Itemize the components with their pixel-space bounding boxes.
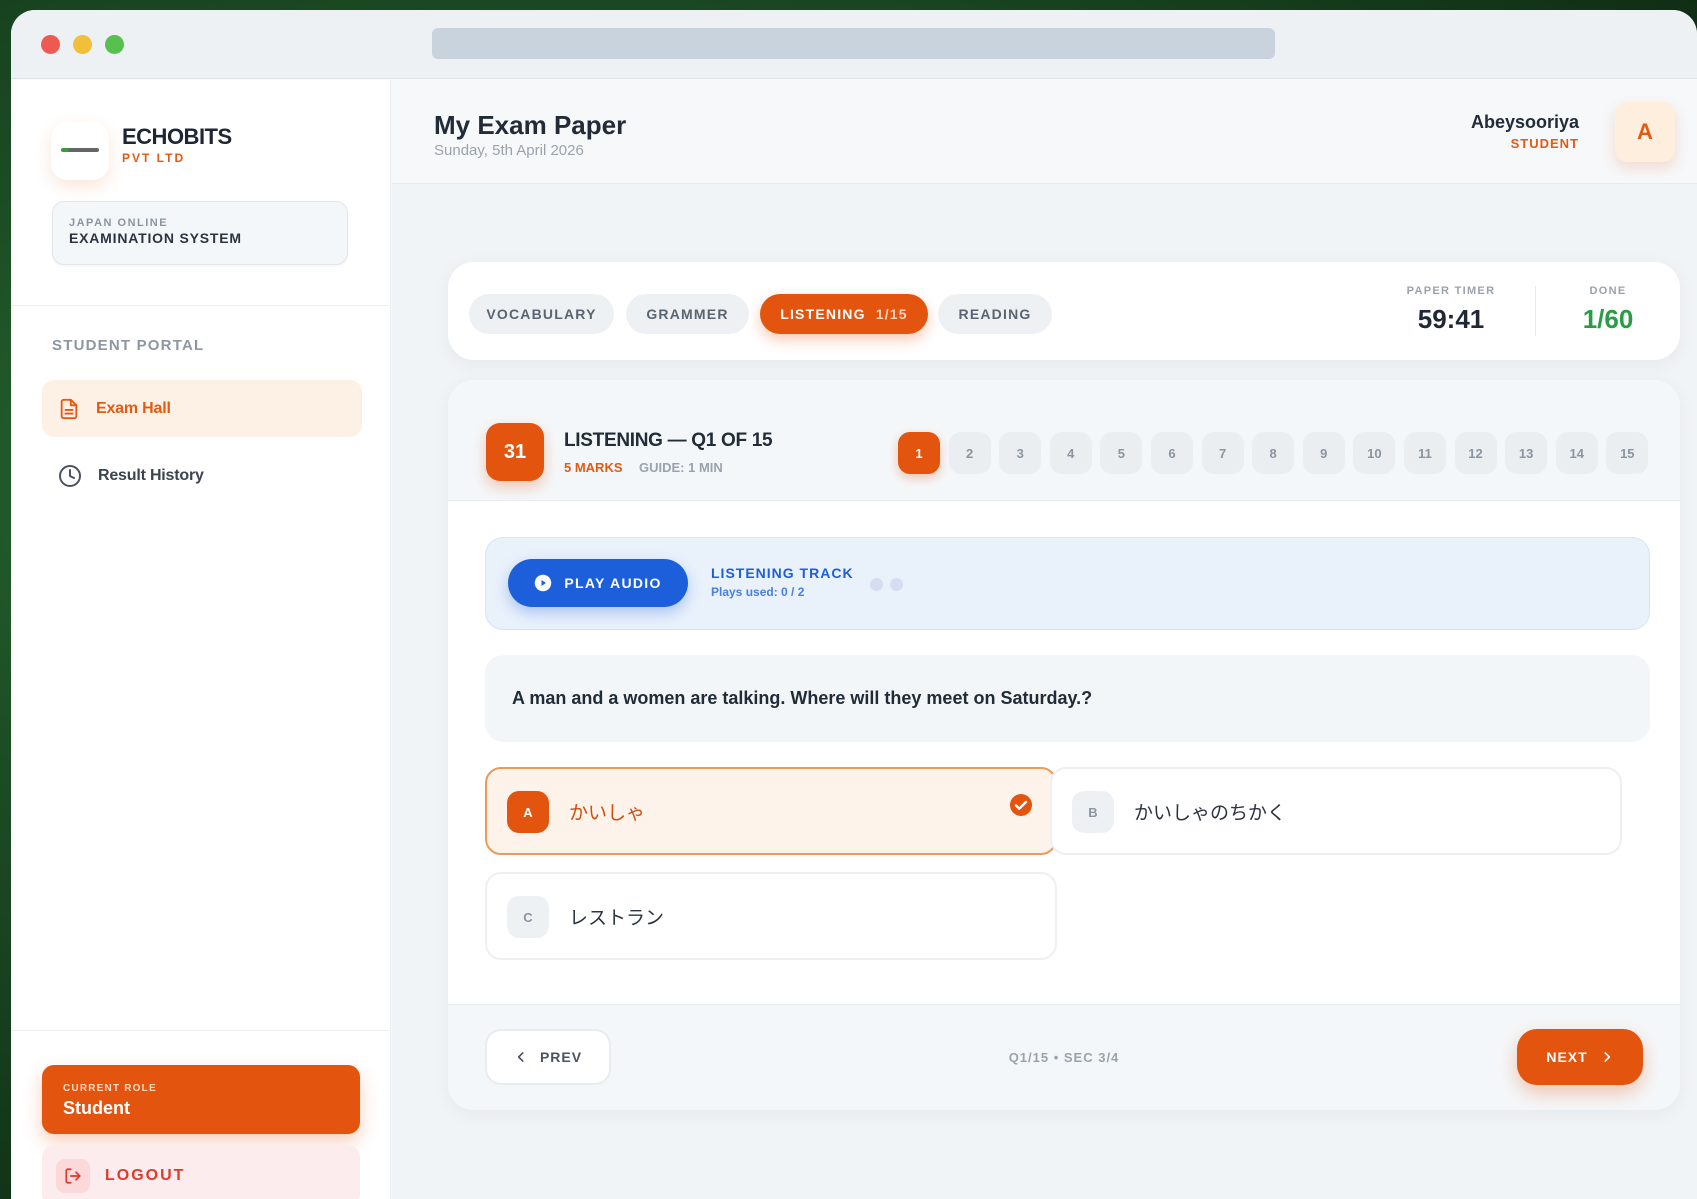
tab-reading[interactable]: READING	[938, 294, 1052, 334]
question-nav-button[interactable]: 3	[999, 432, 1042, 474]
plays-used: Plays used: 0 / 2	[711, 585, 805, 599]
main-content: My Exam Paper Sunday, 5th April 2026 Abe…	[392, 80, 1697, 1199]
question-nav-button[interactable]: 1	[898, 432, 940, 474]
page-date: Sunday, 5th April 2026	[434, 142, 584, 159]
company-logo	[51, 122, 109, 180]
question-nav-button[interactable]: 8	[1252, 432, 1295, 474]
timer-label: PAPER TIMER	[1406, 285, 1496, 297]
play-indicator-dot	[870, 578, 883, 591]
question-card: 31 LISTENING — Q1 OF 15 5 MARKS GUIDE: 1…	[448, 380, 1680, 1110]
option-c[interactable]: C レストラン	[485, 872, 1057, 960]
sidebar-item-label: Result History	[98, 466, 204, 484]
question-nav-button[interactable]: 6	[1150, 432, 1193, 474]
track-title: LISTENING TRACK	[711, 565, 854, 581]
play-audio-label: PLAY AUDIO	[564, 575, 662, 591]
position-info: Q1/15 • SEC 3/4	[1008, 1050, 1120, 1065]
document-icon	[60, 398, 78, 419]
check-circle-icon	[1010, 794, 1032, 816]
question-nav-button[interactable]: 5	[1100, 432, 1143, 474]
question-navigator: 1 2 3 4 5 6 7 8 9 10 11 12 13 14 15	[898, 432, 1657, 474]
logout-label: LOGOUT	[105, 1167, 186, 1184]
system-name: EXAMINATION SYSTEM	[69, 230, 242, 246]
logout-button[interactable]: LOGOUT	[42, 1145, 360, 1199]
section-tabs-card: VOCABULARY GRAMMER LISTENING 1/15 READIN…	[448, 262, 1680, 360]
title-bar	[11, 10, 1697, 79]
question-marks: 5 MARKS	[564, 460, 623, 475]
sidebar-item-exam-hall[interactable]: Exam Hall	[42, 380, 362, 437]
address-bar[interactable]	[432, 28, 1275, 59]
audio-player: PLAY AUDIO LISTENING TRACK Plays used: 0…	[485, 537, 1650, 630]
chevron-right-icon	[1604, 1052, 1610, 1062]
question-nav-button[interactable]: 10	[1353, 432, 1396, 474]
maximize-window-button[interactable]	[105, 35, 124, 54]
question-nav-button[interactable]: 14	[1555, 432, 1598, 474]
minimize-window-button[interactable]	[73, 35, 92, 54]
page-title: My Exam Paper	[434, 110, 627, 140]
top-header: My Exam Paper Sunday, 5th April 2026 Abe…	[392, 80, 1697, 184]
tab-grammer[interactable]: GRAMMER	[626, 294, 749, 334]
system-name-small: JAPAN ONLINE	[69, 217, 169, 229]
option-letter: C	[507, 896, 549, 938]
option-text: かいしゃのちかく	[1134, 803, 1287, 824]
tab-label: READING	[958, 306, 1032, 322]
tab-progress-count: 1/15	[875, 306, 908, 322]
question-guide: GUIDE: 1 MIN	[639, 460, 723, 475]
play-icon	[535, 574, 552, 592]
option-b[interactable]: B かいしゃのちかく	[1050, 767, 1622, 855]
question-nav-button[interactable]: 13	[1505, 432, 1548, 474]
next-label: NEXT	[1546, 1049, 1588, 1065]
close-window-button[interactable]	[41, 35, 60, 54]
question-header: 31 LISTENING — Q1 OF 15 5 MARKS GUIDE: 1…	[448, 380, 1680, 501]
done-value: 1/60	[1582, 304, 1634, 334]
logout-icon	[56, 1159, 90, 1193]
tab-label: VOCABULARY	[486, 306, 597, 322]
play-indicator-dot	[890, 578, 903, 591]
question-title: LISTENING — Q1 OF 15	[564, 430, 773, 451]
question-nav-button[interactable]: 7	[1201, 432, 1244, 474]
option-a[interactable]: A かいしゃ	[485, 767, 1057, 855]
question-nav-button[interactable]: 2	[948, 432, 991, 474]
question-nav-button[interactable]: 15	[1606, 432, 1649, 474]
browser-window: ECHOBITS PVT LTD JAPAN ONLINE EXAMINATIO…	[11, 10, 1697, 1199]
option-letter: B	[1072, 791, 1114, 833]
sidebar-item-result-history[interactable]: Result History	[42, 447, 362, 504]
brand-name: ECHOBITS	[122, 124, 232, 149]
question-nav-button[interactable]: 9	[1302, 432, 1345, 474]
question-nav-button[interactable]: 12	[1454, 432, 1497, 474]
question-box: A man and a women are talking. Where wil…	[485, 655, 1650, 742]
question-number-badge: 31	[486, 423, 544, 481]
avatar[interactable]: A	[1615, 102, 1675, 162]
brand-subtitle: PVT LTD	[122, 151, 186, 165]
sidebar-item-label: Exam Hall	[96, 399, 171, 417]
question-nav-button[interactable]: 11	[1403, 432, 1446, 474]
tab-label: GRAMMER	[646, 306, 729, 322]
user-name: Abeysooriya	[1470, 112, 1579, 132]
tab-vocabulary[interactable]: VOCABULARY	[469, 294, 614, 334]
tab-listening[interactable]: LISTENING 1/15	[760, 294, 928, 334]
current-role-card: CURRENT ROLE Student	[42, 1065, 360, 1134]
question-nav-button[interactable]: 4	[1049, 432, 1092, 474]
divider	[11, 305, 390, 306]
tab-label: LISTENING	[780, 306, 866, 322]
option-text: レストラン	[569, 908, 665, 929]
play-audio-button[interactable]: PLAY AUDIO	[508, 559, 688, 607]
option-text: かいしゃ	[569, 803, 646, 824]
option-letter: A	[507, 791, 549, 833]
system-name-box: JAPAN ONLINE EXAMINATION SYSTEM	[52, 201, 348, 265]
timer-value: 59:41	[1417, 304, 1485, 334]
next-button[interactable]: NEXT	[1517, 1029, 1643, 1085]
clock-icon	[59, 464, 81, 487]
current-role-label: CURRENT ROLE	[63, 1083, 157, 1094]
done-label: DONE	[1589, 285, 1627, 297]
divider	[1535, 286, 1536, 336]
portal-label: STUDENT PORTAL	[52, 337, 205, 354]
current-role-value: Student	[63, 1098, 130, 1118]
question-text: A man and a women are talking. Where wil…	[512, 688, 1093, 708]
sidebar: ECHOBITS PVT LTD JAPAN ONLINE EXAMINATIO…	[11, 80, 391, 1199]
user-role: STUDENT	[1510, 136, 1579, 151]
divider	[11, 1030, 390, 1031]
question-footer: PREV Q1/15 • SEC 3/4 NEXT	[448, 1004, 1680, 1110]
